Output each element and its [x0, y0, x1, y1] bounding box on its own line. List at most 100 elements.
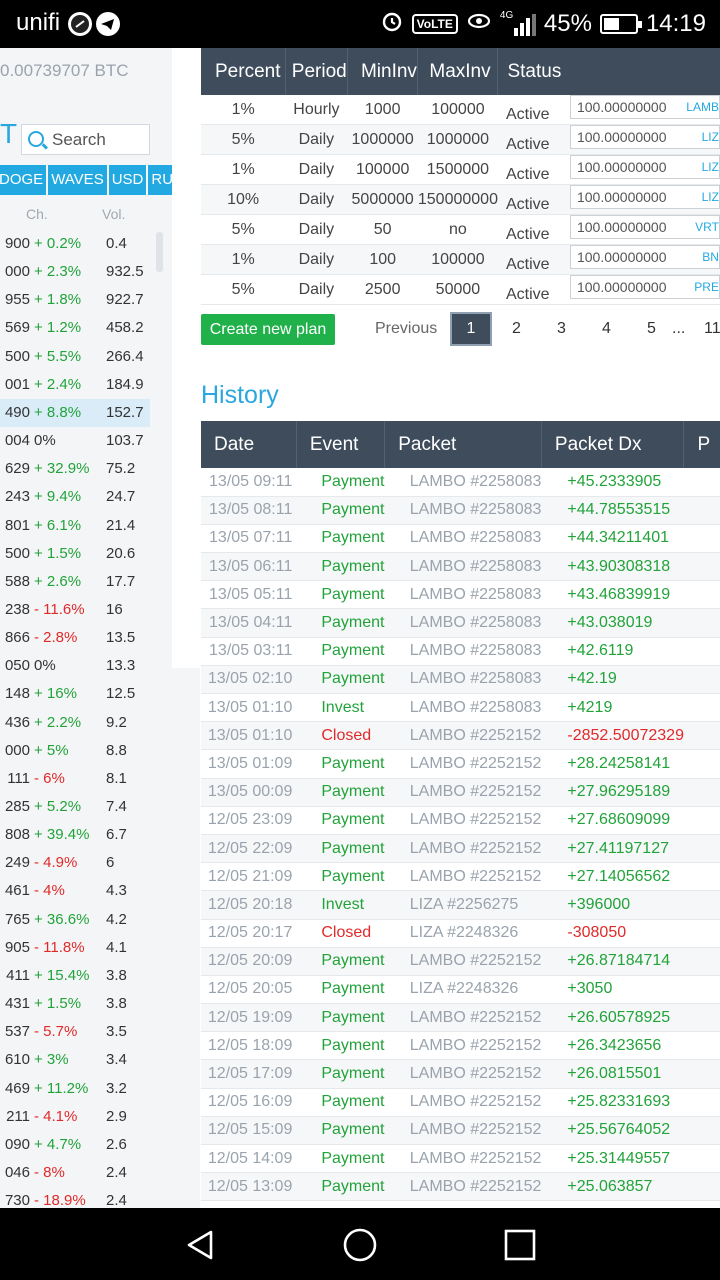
market-volume: 152.7 — [106, 403, 144, 421]
market-search[interactable] — [21, 124, 150, 155]
market-change: + 5.5% — [34, 347, 82, 365]
market-row[interactable]: 004 0% 103.7 — [0, 427, 150, 455]
market-change: + 8.8% — [34, 403, 82, 421]
history-dx: +42.6119 — [541, 637, 684, 666]
market-price: 148 — [4, 685, 30, 703]
market-row[interactable]: 249- 4.9% 6 — [0, 849, 150, 877]
home-icon[interactable] — [343, 1228, 377, 1262]
market-row[interactable]: 046- 8% 2.4 — [0, 1159, 150, 1187]
recents-icon[interactable] — [503, 1228, 537, 1262]
plan-amount: 100.00000000 — [576, 99, 667, 115]
market-row[interactable]: 461- 4% 4.3 — [0, 877, 150, 905]
back-icon[interactable] — [183, 1228, 217, 1262]
plan-amount-input[interactable]: 100.00000000 BN — [569, 245, 720, 269]
market-row[interactable]: 730- 18.9% 2.4 — [0, 1187, 150, 1208]
plan-min[interactable]: 100 — [347, 244, 418, 275]
tab-usd[interactable]: USD — [108, 165, 147, 195]
plan-max[interactable]: 1000000 — [417, 124, 498, 155]
plan-min[interactable]: 2500 — [347, 274, 418, 305]
market-row[interactable]: 765 + 36.6% 4.2 — [0, 906, 150, 934]
plan-max[interactable]: 50000 — [417, 274, 498, 305]
market-row[interactable]: 001 + 2.4% 184.9 — [0, 371, 150, 399]
market-row[interactable]: 500 + 1.5% 20.6 — [0, 540, 150, 568]
tab-waves[interactable]: WAVES — [48, 165, 107, 195]
market-row[interactable]: 285 + 5.2% 7.4 — [0, 793, 150, 821]
plan-percent: 10% — [201, 184, 286, 215]
page-5[interactable]: 5 — [647, 312, 656, 346]
history-date: 13/05 00:09 — [201, 778, 297, 807]
page-2[interactable]: 2 — [512, 312, 521, 346]
market-price: 111 — [7, 769, 30, 787]
plan-amount-input[interactable]: 100.00000000 LIZ — [569, 155, 720, 179]
market-row[interactable]: 436 + 2.2% 9.2 — [0, 709, 150, 737]
page-last[interactable]: 11 — [704, 312, 720, 346]
page-3[interactable]: 3 — [557, 312, 566, 346]
market-row[interactable]: 866- 2.8% 13.5 — [0, 624, 150, 652]
plan-min[interactable]: 50 — [347, 214, 418, 245]
page-4[interactable]: 4 — [602, 312, 611, 346]
plan-max[interactable]: 150000000 — [417, 184, 498, 215]
currency-tabs: DOGE WAVES USD RUR — [0, 165, 172, 195]
market-row[interactable]: 211- 4.1% 2.9 — [0, 1103, 150, 1131]
plan-min[interactable]: 1000 — [347, 95, 418, 125]
market-row[interactable]: 411 + 15.4% 3.8 — [0, 962, 150, 990]
market-scrollbar[interactable] — [156, 232, 163, 272]
pagination-previous[interactable]: Previous — [375, 312, 437, 346]
plan-amount: 100.00000000 — [576, 279, 667, 295]
market-row[interactable]: 588 + 2.6% 17.7 — [0, 568, 150, 596]
market-row[interactable]: 238- 11.6% 16 — [0, 596, 150, 624]
market-row[interactable]: 000 + 5% 8.8 — [0, 737, 150, 765]
market-row[interactable]: 537- 5.7% 3.5 — [0, 1018, 150, 1046]
history-event: Payment — [296, 862, 385, 892]
plan-amount-input[interactable]: 100.00000000 LAMB — [569, 95, 720, 119]
plan-amount-input[interactable]: 100.00000000 PRE — [569, 275, 720, 299]
plan-amount-input[interactable]: 100.00000000 LIZ — [569, 125, 720, 149]
history-event: Closed — [296, 919, 385, 948]
tab-doge[interactable]: DOGE — [0, 165, 47, 195]
plan-status-cell: Active 100.00000000 LIZ — [497, 154, 720, 185]
create-plan-button[interactable]: Create new plan — [201, 314, 335, 345]
alarm-icon — [380, 9, 404, 40]
history-event: Payment — [296, 1172, 385, 1202]
market-row[interactable]: 000 + 2.3% 932.5 — [0, 258, 150, 286]
plan-max[interactable]: 100000 — [417, 244, 498, 275]
plan-max[interactable]: 1500000 — [417, 154, 498, 185]
market-change: 0% — [34, 657, 56, 675]
market-row[interactable]: 469 + 11.2% 3.2 — [0, 1075, 150, 1103]
plan-amount-input[interactable]: 100.00000000 LIZ — [569, 185, 720, 209]
market-row[interactable]: 900 + 0.2% 0.4 — [0, 230, 150, 258]
market-row[interactable]: 610 + 3% 3.4 — [0, 1046, 150, 1074]
market-change: + 15.4% — [34, 966, 90, 984]
market-price: 801 — [4, 516, 30, 534]
market-row[interactable]: 111- 6% 8.1 — [0, 765, 150, 793]
market-change: - 4.1% — [34, 1107, 78, 1125]
market-change: - 5.7% — [34, 1023, 78, 1041]
plan-amount-input[interactable]: 100.00000000 VRT — [569, 215, 720, 239]
market-row[interactable]: 629 + 32.9% 75.2 — [0, 455, 150, 483]
market-row[interactable]: 955 + 1.8% 922.7 — [0, 286, 150, 314]
market-row[interactable]: 050 0% 13.3 — [0, 652, 150, 680]
market-row[interactable]: 148 + 16% 12.5 — [0, 680, 150, 708]
market-price: 629 — [4, 460, 30, 478]
market-row[interactable]: 569 + 1.2% 458.2 — [0, 314, 150, 342]
market-price: 500 — [4, 544, 30, 562]
screen: unifi VoLTE 4G 45% 14:19 0.00739707 BTC … — [0, 0, 720, 1280]
plan-min[interactable]: 1000000 — [347, 124, 418, 155]
market-row[interactable]: 090 + 4.7% 2.6 — [0, 1131, 150, 1159]
history-row: 12/05 14:09 Payment LAMBO #2252152 +25.3144… — [201, 1144, 720, 1174]
market-row[interactable]: 500 + 5.5% 266.4 — [0, 343, 150, 371]
tab-rur[interactable]: RUR — [148, 165, 172, 195]
page-1[interactable]: 1 — [450, 312, 492, 346]
market-row[interactable]: 243 + 9.4% 24.7 — [0, 483, 150, 511]
market-row[interactable]: 801 + 6.1% 21.4 — [0, 512, 150, 540]
market-row[interactable]: 905- 11.8% 4.1 — [0, 934, 150, 962]
search-input[interactable] — [52, 129, 147, 151]
market-row[interactable]: 431 + 1.5% 3.8 — [0, 990, 150, 1018]
column-volume-header: Vol. — [102, 206, 126, 222]
col-mininv: MinInv — [347, 48, 419, 95]
market-row[interactable]: 490 + 8.8% 152.7 — [0, 398, 150, 427]
plan-max[interactable]: 100000 — [417, 95, 498, 125]
market-row[interactable]: 808 + 39.4% 6.7 — [0, 821, 150, 849]
plan-min[interactable]: 5000000 — [347, 184, 418, 215]
plan-min[interactable]: 100000 — [347, 154, 418, 185]
